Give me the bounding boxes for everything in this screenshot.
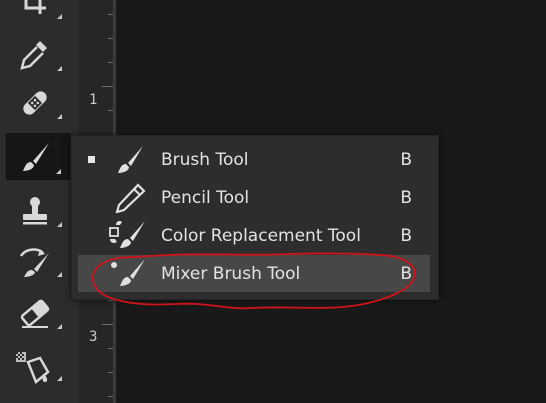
color-replacement-icon	[109, 221, 145, 248]
history-brush-tool-button[interactable]	[6, 240, 70, 282]
submenu-indicator	[57, 376, 62, 381]
paint-bucket-icon	[16, 352, 50, 385]
photoshop-workspace: 1 3 Brush Tool B Pencil Tool B Color Rep…	[0, 0, 546, 403]
submenu-indicator	[57, 14, 62, 19]
menu-item-pencil-tool[interactable]: Pencil Tool B	[78, 179, 430, 216]
menu-item-label: Mixer Brush Tool	[161, 264, 301, 284]
stamp-icon	[23, 197, 47, 225]
menu-item-shortcut: B	[400, 226, 412, 246]
crop-icon	[24, 0, 46, 14]
history-brush-icon	[19, 248, 49, 277]
crop-tool-button[interactable]	[6, 0, 70, 24]
submenu-indicator	[57, 324, 62, 329]
ruler-label: 1	[89, 92, 98, 108]
bandage-icon	[23, 91, 47, 115]
menu-item-brush-tool[interactable]: Brush Tool B	[78, 141, 430, 178]
paint-bucket-tool-button[interactable]	[6, 344, 70, 386]
menu-item-color-replacement-tool[interactable]: Color Replacement Tool B	[78, 217, 430, 254]
healing-brush-tool-button[interactable]	[6, 82, 70, 124]
brush-tool-button[interactable]	[6, 133, 70, 180]
selected-bullet-icon	[88, 156, 95, 163]
eyedropper-tool-button[interactable]	[6, 34, 70, 76]
eraser-tool-button[interactable]	[6, 292, 70, 334]
submenu-indicator	[56, 169, 61, 174]
brush-icon	[118, 146, 143, 173]
brush-icon	[23, 143, 49, 171]
menu-item-label: Brush Tool	[161, 150, 249, 170]
menu-item-label: Pencil Tool	[161, 188, 250, 208]
submenu-indicator	[57, 114, 62, 119]
brush-tools-flyout-menu: Brush Tool B Pencil Tool B Color Replace…	[71, 135, 439, 300]
pencil-icon	[115, 183, 146, 213]
submenu-indicator	[57, 272, 62, 277]
ruler-label: 3	[89, 329, 98, 345]
eraser-icon	[20, 299, 50, 328]
submenu-indicator	[57, 66, 62, 71]
eyedropper-icon	[20, 41, 47, 70]
menu-item-shortcut: B	[400, 150, 412, 170]
tools-panel	[0, 0, 79, 403]
menu-item-mixer-brush-tool[interactable]: Mixer Brush Tool B	[78, 255, 430, 292]
menu-item-shortcut: B	[400, 188, 412, 208]
menu-item-label: Color Replacement Tool	[161, 226, 361, 246]
menu-item-shortcut: B	[400, 264, 412, 284]
submenu-indicator	[57, 222, 62, 227]
mixer-brush-icon	[111, 259, 145, 286]
clone-stamp-tool-button[interactable]	[6, 190, 70, 232]
